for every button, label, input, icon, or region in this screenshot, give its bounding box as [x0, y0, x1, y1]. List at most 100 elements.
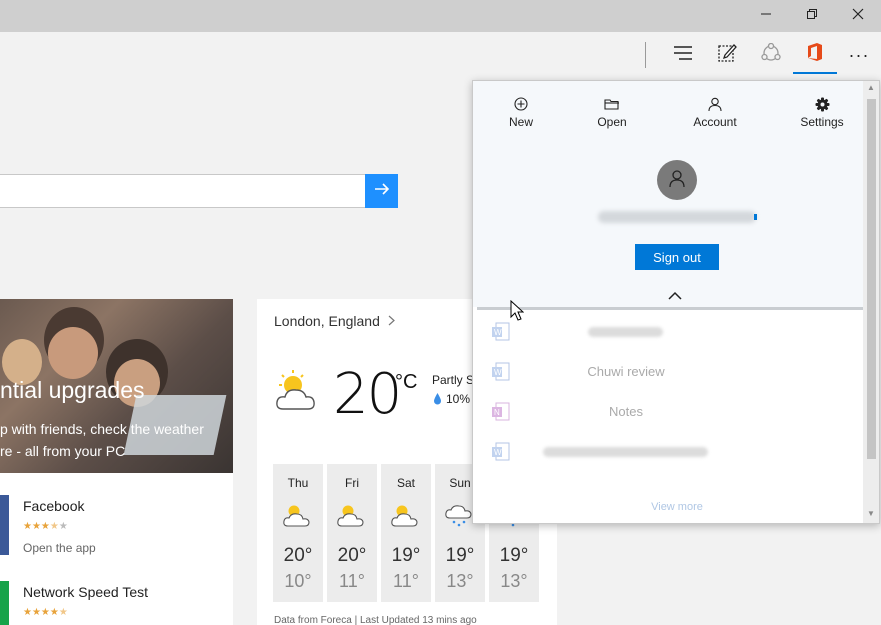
low-temp: 13°	[446, 571, 474, 591]
document-name-redacted	[588, 327, 663, 337]
forecast-day[interactable]: Fri 20° 11°	[327, 464, 377, 602]
scroll-down-icon[interactable]: ▼	[867, 509, 875, 518]
weather-footer: Data from Foreca | Last Updated 13 mins …	[274, 615, 477, 625]
temperature-unit-toggle[interactable]: °C	[395, 371, 417, 394]
rating-stars: ★★★★★	[23, 607, 68, 618]
low-temp: 13°	[500, 571, 528, 591]
hub-icon	[673, 45, 693, 66]
search-submit-button[interactable]	[365, 174, 398, 208]
minimize-icon	[760, 7, 772, 25]
day-name: Fri	[345, 476, 359, 490]
title-bar	[0, 0, 881, 32]
recent-document[interactable]: W	[473, 312, 863, 352]
folder-open-icon	[597, 97, 627, 115]
document-name: Chuwi review	[587, 364, 665, 379]
arrow-right-icon	[374, 182, 390, 201]
account-email-redacted	[598, 211, 756, 223]
person-icon	[668, 169, 686, 192]
high-temp: 20°	[337, 545, 367, 566]
current-temperature: 20	[333, 362, 402, 427]
share-icon	[760, 42, 782, 68]
recent-document[interactable]: N Notes	[473, 392, 863, 432]
account-email-redacted	[754, 214, 757, 220]
more-icon: ···	[848, 44, 870, 65]
sign-out-button[interactable]: Sign out	[635, 244, 719, 270]
hero-subtitle: re - all from your PC	[0, 443, 126, 459]
new-button[interactable]: New	[506, 97, 536, 129]
open-label: Open	[597, 115, 627, 129]
minimize-button[interactable]	[743, 0, 789, 32]
section-divider	[477, 307, 863, 310]
panel-scrollbar[interactable]: ▲ ▼	[863, 81, 879, 523]
search-input[interactable]	[0, 174, 366, 208]
forecast-day[interactable]: Sat 19° 11°	[381, 464, 431, 602]
high-temp: 19°	[445, 545, 475, 566]
partly-sunny-icon	[390, 502, 422, 533]
plus-circle-icon	[506, 97, 536, 115]
account-button[interactable]: Account	[691, 97, 739, 129]
hero-title: ntial upgrades	[0, 377, 145, 403]
browser-toolbar: ···	[0, 32, 881, 76]
avatar	[657, 160, 697, 200]
document-name: Notes	[609, 404, 643, 419]
person-icon	[691, 97, 739, 115]
office-panel: New Open Account Settings Sign out W W C…	[472, 80, 880, 524]
low-temp: 11°	[393, 571, 419, 591]
share-button[interactable]	[749, 36, 793, 74]
location-label: London, England	[274, 313, 380, 329]
account-section: New Open Account Settings Sign out	[473, 81, 863, 307]
close-icon	[852, 7, 864, 25]
app-action-link[interactable]: Open the app	[23, 541, 96, 555]
new-label: New	[508, 115, 533, 129]
settings-button[interactable]: Settings	[798, 97, 846, 129]
partly-sunny-icon	[273, 369, 325, 418]
scrollbar-thumb[interactable]	[867, 99, 876, 459]
open-button[interactable]: Open	[597, 97, 627, 129]
toolbar-divider	[645, 42, 646, 68]
hero-banner[interactable]: ntial upgrades p with friends, check the…	[0, 299, 233, 473]
mouse-cursor-icon	[510, 299, 525, 327]
low-temp: 11°	[339, 571, 365, 591]
partly-sunny-icon	[336, 502, 368, 533]
high-temp: 20°	[283, 545, 313, 566]
hero-photo-face	[48, 327, 98, 379]
recent-document[interactable]: W Chuwi review	[473, 352, 863, 392]
app-tile	[0, 495, 9, 555]
restore-button[interactable]	[789, 0, 835, 32]
close-button[interactable]	[835, 0, 881, 32]
office-button[interactable]	[793, 36, 837, 74]
hero-subtitle: p with friends, check the weather	[0, 421, 204, 437]
web-note-button[interactable]	[705, 36, 749, 74]
high-temp: 19°	[391, 545, 421, 566]
restore-icon	[806, 7, 818, 25]
chevron-up-icon[interactable]	[668, 287, 682, 305]
app-tile	[0, 581, 9, 625]
account-label: Account	[693, 115, 737, 129]
more-button[interactable]: ···	[837, 36, 881, 74]
low-temp: 10°	[284, 571, 312, 591]
office-icon	[806, 42, 824, 67]
chevron-right-icon	[388, 313, 396, 329]
forecast-day[interactable]: Thu 20° 10°	[273, 464, 323, 602]
app-name: Network Speed Test	[23, 584, 149, 600]
precipitation: 10%	[446, 392, 471, 406]
partly-sunny-icon	[282, 502, 314, 533]
app-item-network-speed-test[interactable]: Network Speed Test ★★★★★	[0, 581, 233, 625]
recent-document[interactable]: W	[473, 432, 863, 472]
web-note-icon	[717, 43, 737, 68]
app-list: Facebook ★★★★★ Open the app Network Spee…	[0, 473, 233, 625]
scroll-up-icon[interactable]: ▲	[867, 83, 875, 92]
document-name-redacted	[543, 447, 708, 457]
day-name: Sat	[396, 476, 415, 490]
view-more-link[interactable]: View more	[473, 501, 879, 513]
settings-label: Settings	[800, 115, 844, 129]
word-doc-icon: W	[491, 322, 511, 347]
svg-text:W: W	[494, 448, 502, 457]
raindrop-icon	[433, 392, 442, 410]
svg-text:W: W	[494, 328, 502, 337]
hub-button[interactable]	[661, 36, 705, 74]
high-temp: 19°	[499, 545, 529, 566]
gear-icon	[798, 97, 846, 115]
weather-location-link[interactable]: London, England	[274, 313, 396, 329]
app-item-facebook[interactable]: Facebook ★★★★★ Open the app	[0, 495, 233, 565]
